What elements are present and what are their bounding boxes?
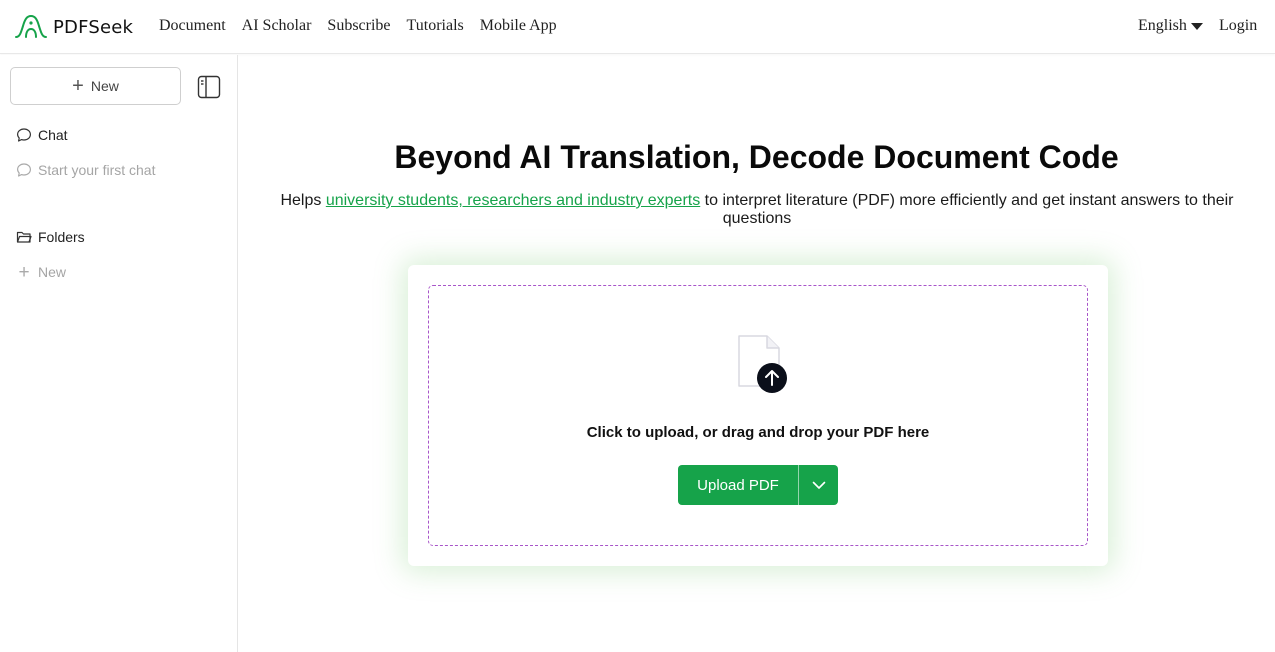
new-folder-label: New: [38, 264, 67, 280]
language-label: English: [1138, 17, 1187, 34]
language-selector[interactable]: English: [1138, 15, 1203, 37]
nav-tutorials[interactable]: Tutorials: [407, 15, 464, 37]
new-chat-label: New: [90, 78, 119, 94]
login-link[interactable]: Login: [1219, 15, 1257, 37]
dropzone-instructions: Click to upload, or drag and drop your P…: [586, 424, 930, 441]
folder-icon: [16, 231, 32, 243]
brand-logo[interactable]: PDFSeek: [14, 13, 133, 41]
chat-section-heading: Chat: [16, 125, 68, 145]
nav-document[interactable]: Document: [159, 15, 226, 37]
chat-bubble-icon: [17, 128, 31, 142]
chat-empty-state[interactable]: Start your first chat: [16, 160, 155, 180]
upload-button-group: Upload PDF: [678, 465, 838, 505]
chat-heading: Chat: [38, 127, 68, 143]
folders-heading: Folders: [38, 229, 85, 245]
caret-down-icon: [1190, 23, 1203, 30]
brand-name: PDFSeek: [53, 16, 134, 38]
chat-empty-label: Start your first chat: [38, 162, 156, 178]
upload-options-dropdown[interactable]: [798, 465, 838, 505]
nav-mobile-app[interactable]: Mobile App: [480, 15, 557, 37]
top-header: PDFSeek Document AI Scholar Subscribe Tu…: [0, 0, 1275, 54]
new-folder-button[interactable]: + New: [16, 262, 66, 282]
page-title: Beyond AI Translation, Decode Document C…: [394, 139, 1119, 175]
plus-icon: +: [72, 75, 84, 97]
sidebar-toggle-icon[interactable]: [197, 75, 221, 99]
new-chat-button[interactable]: + New: [10, 67, 181, 105]
plus-icon: +: [18, 261, 30, 283]
nav-ai-scholar[interactable]: AI Scholar: [242, 15, 312, 37]
folders-section-heading: Folders: [16, 227, 85, 247]
upload-pdf-button[interactable]: Upload PDF: [678, 465, 798, 505]
upload-card: Click to upload, or drag and drop your P…: [408, 265, 1108, 566]
nav-subscribe[interactable]: Subscribe: [327, 15, 390, 37]
audience-link[interactable]: university students, researchers and ind…: [326, 192, 700, 209]
pdf-dropzone[interactable]: Click to upload, or drag and drop your P…: [428, 285, 1088, 546]
page-subtitle: Helps university students, researchers a…: [268, 192, 1246, 228]
sidebar: + New Chat Start your first chat Folders…: [0, 55, 238, 652]
chat-bubble-icon: [17, 163, 31, 177]
main-nav: Document AI Scholar Subscribe Tutorials …: [159, 15, 573, 37]
logo-icon: [15, 14, 47, 38]
chevron-down-icon: [812, 481, 825, 489]
subtitle-prefix: Helps: [280, 192, 326, 209]
file-upload-icon: [738, 335, 787, 393]
subtitle-suffix: to interpret literature (PDF) more effic…: [700, 192, 1234, 227]
